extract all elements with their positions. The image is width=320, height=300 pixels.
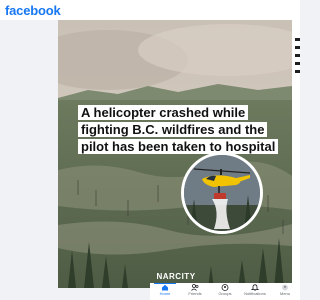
- nav-notifications-label: Notifications: [244, 291, 266, 296]
- nav-groups[interactable]: Groups: [210, 283, 240, 300]
- panel-glyph: [295, 46, 300, 49]
- nav-friends[interactable]: Friends: [180, 283, 210, 300]
- nav-groups-label: Groups: [218, 291, 232, 296]
- nav-menu-label: Menu: [279, 291, 290, 296]
- friends-icon: [191, 284, 199, 291]
- panel-glyph: [295, 38, 300, 41]
- nav-friends-label: Friends: [188, 291, 202, 296]
- post-image[interactable]: A helicopter crashed while fighting B.C.…: [58, 20, 292, 288]
- home-icon: [162, 284, 168, 291]
- panel-glyph: [295, 70, 300, 73]
- panel-glyph: [295, 62, 300, 65]
- facebook-logo[interactable]: facebook: [5, 3, 61, 18]
- right-side-panel: [292, 20, 300, 288]
- top-bar: facebook: [0, 0, 300, 20]
- narcity-watermark: NARCITY: [156, 272, 196, 281]
- nav-menu[interactable]: Menu: [270, 283, 300, 300]
- nav-notifications[interactable]: Notifications: [240, 283, 270, 300]
- bottom-navigation: Home Friends Groups Notifications Menu: [150, 283, 300, 300]
- post-headline: A helicopter crashed while fighting B.C.…: [78, 104, 292, 155]
- groups-icon: [221, 284, 229, 291]
- nav-home-label: Home: [159, 291, 171, 296]
- headline-text: A helicopter crashed while fighting B.C.…: [78, 105, 279, 154]
- panel-glyph: [295, 54, 300, 57]
- nav-home[interactable]: Home: [150, 283, 180, 300]
- bell-icon: [251, 284, 259, 291]
- menu-icon: [282, 284, 288, 291]
- helicopter-inset-photo: [181, 152, 263, 234]
- active-tab-indicator: [154, 283, 176, 284]
- helicopter-icon: [184, 155, 260, 231]
